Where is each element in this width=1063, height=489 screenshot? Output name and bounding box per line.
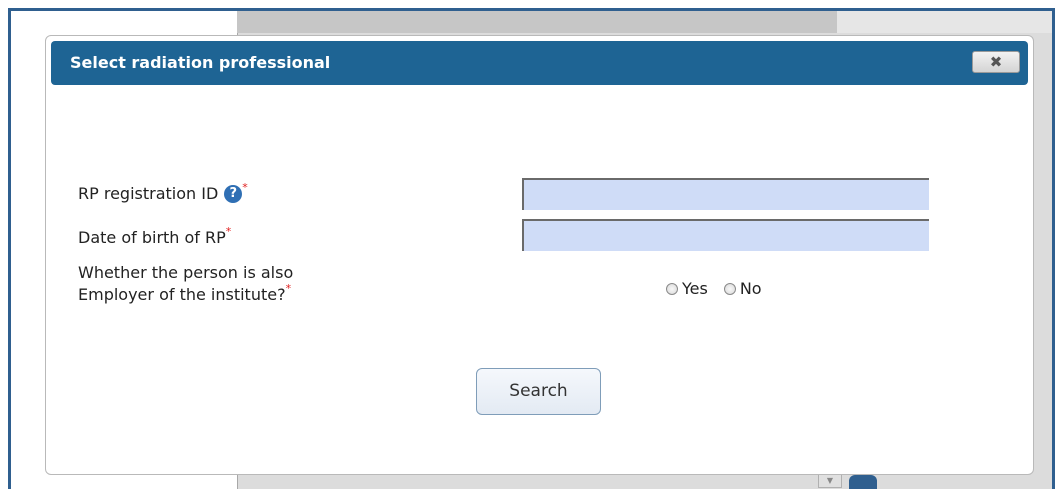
required-marker: * <box>242 181 248 194</box>
background-icon <box>849 475 877 489</box>
required-marker: * <box>225 225 232 238</box>
date-of-birth-label: Date of birth of RP <box>78 228 226 247</box>
select-rp-dialog: Select radiation professional ✖ RP regis… <box>45 35 1034 475</box>
background-header-strip-right <box>837 11 1052 33</box>
close-button[interactable]: ✖ <box>972 51 1020 73</box>
required-marker: * <box>285 282 292 295</box>
dialog-title: Select radiation professional <box>70 53 331 72</box>
radio-no-label[interactable]: No <box>740 279 762 298</box>
radio-yes[interactable] <box>666 282 678 295</box>
close-icon: ✖ <box>989 53 1003 71</box>
radio-no[interactable] <box>723 282 736 295</box>
help-icon[interactable]: ? <box>224 184 243 203</box>
radio-yes-label[interactable]: Yes <box>682 279 708 298</box>
search-button[interactable]: Search <box>476 368 601 415</box>
date-of-birth-input[interactable] <box>522 219 929 251</box>
background-header-strip <box>237 11 837 33</box>
scroll-down-arrow-icon[interactable]: ▼ <box>818 473 842 488</box>
date-of-birth-label-row: Date of birth of RP* <box>78 225 232 247</box>
rp-registration-id-label-row: RP registration ID? * <box>78 181 248 203</box>
rp-registration-id-label: RP registration ID <box>78 184 219 203</box>
rp-registration-id-input[interactable] <box>522 178 929 210</box>
dialog-titlebar[interactable]: Select radiation professional ✖ <box>51 41 1028 85</box>
employer-radio-group: Yes No <box>666 279 774 298</box>
employer-question-label: Whether the person is also Employer of t… <box>78 262 293 308</box>
employer-question-line2: Employer of the institute? <box>78 285 286 304</box>
employer-question-line1: Whether the person is also <box>78 263 294 282</box>
